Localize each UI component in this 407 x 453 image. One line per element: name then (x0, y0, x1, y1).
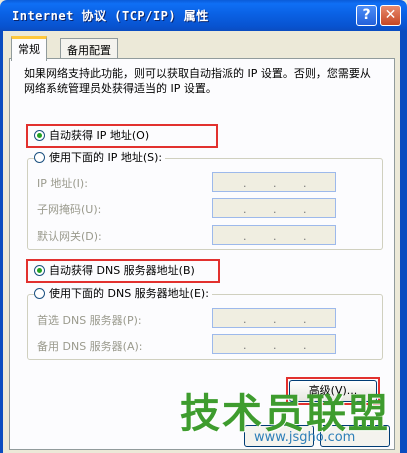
radio-auto-dns-indicator[interactable] (34, 265, 45, 276)
window-title: Internet 协议 (TCP/IP) 属性 (12, 9, 209, 23)
preferred-dns-label: 首选 DNS 服务器(P): (37, 314, 142, 327)
radio-auto-ip[interactable]: 自动获得 IP 地址(O) (34, 129, 149, 143)
help-button[interactable]: ? (356, 5, 377, 26)
alternate-dns-input[interactable]: ... (212, 334, 336, 354)
radio-manual-ip-indicator[interactable] (34, 152, 45, 163)
alternate-dns-label: 备用 DNS 服务器(A): (37, 340, 143, 353)
radio-manual-ip[interactable]: 使用下面的 IP 地址(S): (34, 151, 166, 165)
default-gateway-input[interactable]: ... (212, 225, 336, 245)
ip-address-input[interactable]: ... (212, 172, 336, 192)
tab-general[interactable]: 常规 (11, 36, 47, 61)
radio-auto-ip-label: 自动获得 IP 地址(O) (49, 129, 150, 142)
radio-manual-dns[interactable]: 使用下面的 DNS 服务器地址(E): (34, 287, 212, 301)
watermark-url: www.jsgho.com (254, 430, 356, 445)
ip-address-label: IP 地址(I): (37, 177, 88, 190)
radio-auto-ip-indicator[interactable] (34, 130, 45, 141)
radio-manual-dns-indicator[interactable] (34, 288, 45, 299)
tab-alternate-configuration[interactable]: 备用配置 (60, 38, 118, 58)
radio-manual-ip-label: 使用下面的 IP 地址(S): (49, 151, 163, 164)
title-bar: Internet 协议 (TCP/IP) 属性 ? ✕ (0, 0, 407, 31)
default-gateway-label: 默认网关(D): (37, 230, 102, 243)
radio-manual-dns-label: 使用下面的 DNS 服务器地址(E): (49, 287, 209, 300)
subnet-mask-input[interactable]: ... (212, 198, 336, 218)
window-frame-right (400, 31, 407, 453)
description-text: 如果网络支持此功能，则可以获取自动指派的 IP 设置。否则，您需要从网络系统管理… (24, 67, 371, 95)
radio-auto-dns-label: 自动获得 DNS 服务器地址(B) (49, 264, 195, 277)
window-frame-left (0, 31, 3, 453)
subnet-mask-label: 子网掩码(U): (37, 203, 102, 216)
preferred-dns-input[interactable]: ... (212, 308, 336, 328)
close-button[interactable]: ✕ (380, 5, 401, 26)
radio-auto-dns[interactable]: 自动获得 DNS 服务器地址(B) (34, 264, 195, 278)
